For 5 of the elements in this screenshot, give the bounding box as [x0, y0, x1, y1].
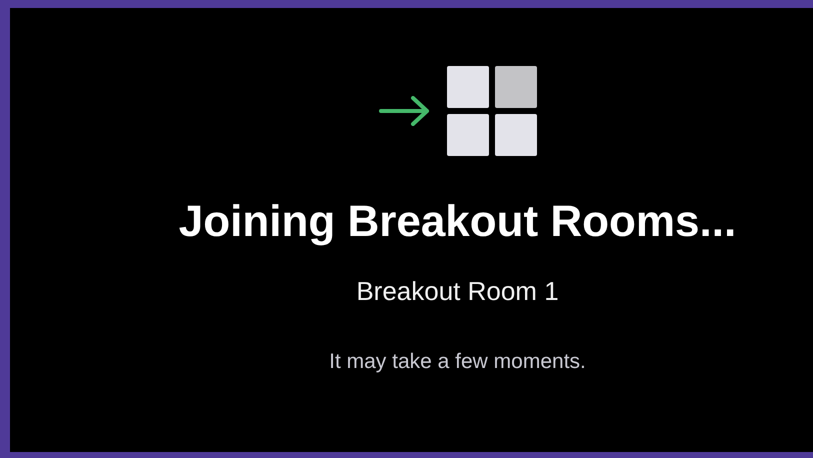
- arrow-icon: [378, 96, 430, 126]
- dialog-title: Joining Breakout Rooms...: [178, 196, 736, 248]
- room-name: Breakout Room 1: [356, 275, 559, 308]
- wait-message: It may take a few moments.: [329, 349, 586, 375]
- grid-icon: [446, 66, 536, 156]
